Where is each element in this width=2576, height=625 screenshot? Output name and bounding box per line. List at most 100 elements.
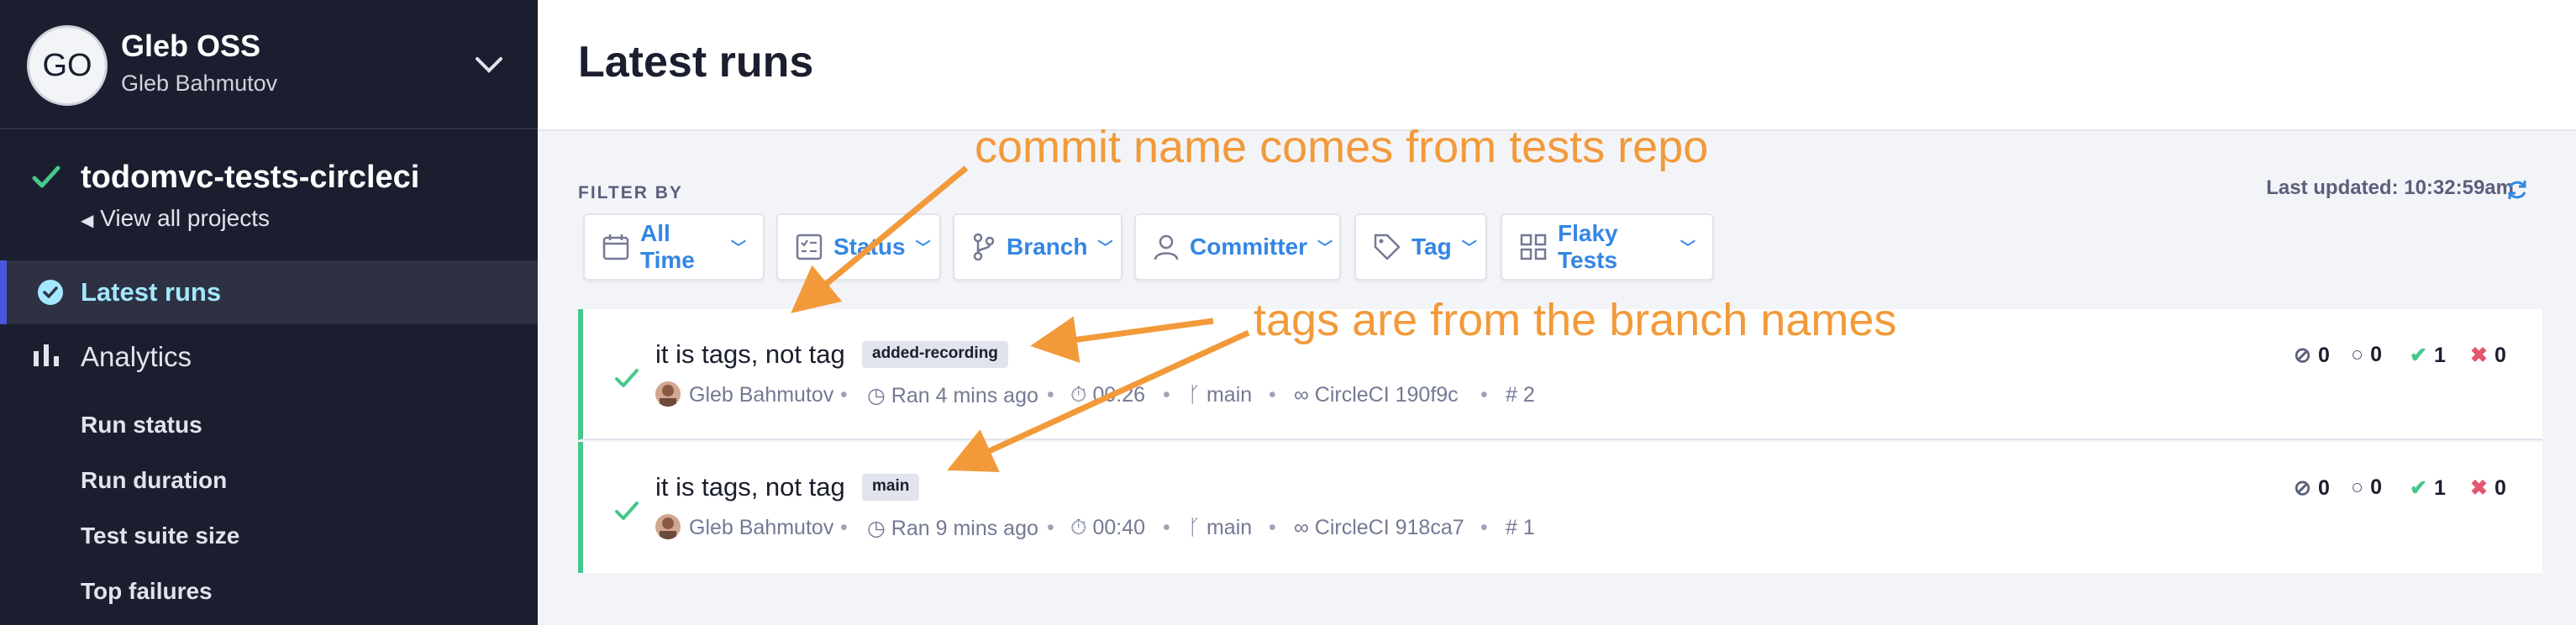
filter-label: Flaky Tests (1558, 220, 1618, 273)
chevron-down-icon: ﹀ (915, 239, 931, 256)
author-avatar (655, 514, 681, 539)
separator-dot: • (1163, 383, 1170, 407)
run-time-label: Ran 9 mins ago (891, 517, 1038, 540)
filter-committer[interactable]: Committer ﹀ (1134, 213, 1341, 281)
skipped-icon: ⊘ (2294, 344, 2311, 367)
view-all-projects-label: View all projects (100, 205, 270, 231)
chevron-down-icon[interactable] (471, 49, 507, 82)
hash-icon: # (1506, 383, 1517, 407)
stopwatch-icon: ⏱ (1070, 383, 1087, 407)
sidebar: GO Gleb OSS Gleb Bahmutov todomvc-tests-… (0, 0, 538, 625)
sidebar-item-label: Latest runs (81, 277, 222, 307)
project-name: todomvc-tests-circleci (81, 160, 420, 195)
branch-icon (973, 233, 995, 261)
check-icon (32, 165, 60, 188)
skipped-count: ⊘ 0 (2294, 343, 2330, 368)
page-header: Latest runs (538, 0, 2576, 131)
pending-count: ○ 0 (2351, 343, 2382, 367)
pending-icon: ○ (2351, 475, 2364, 499)
separator-dot: • (1269, 516, 1276, 539)
separator-dot: • (840, 516, 848, 539)
run-number: # 2 (1506, 383, 1535, 407)
status-list-icon (796, 234, 823, 260)
run-author: Gleb Bahmutov (689, 516, 834, 539)
failed-count: ✖ 0 (2470, 343, 2506, 368)
filter-label: Tag (1412, 234, 1452, 260)
separator-dot: • (1163, 516, 1170, 539)
filter-label: All Time (640, 220, 695, 273)
separator-dot: • (1269, 383, 1276, 407)
clock-icon: ◷ (867, 384, 886, 407)
run-commit-message: it is tags, not tag (655, 472, 845, 502)
sidebar-item-run-duration[interactable]: Run duration (81, 467, 227, 494)
separator-dot: • (1480, 383, 1488, 407)
annotation-tags-note: tags are from the branch names (1254, 295, 1897, 345)
separator-dot: • (1047, 516, 1054, 539)
passed-icon: ✔ (2410, 476, 2427, 500)
sidebar-item-latest-runs[interactable]: Latest runs (0, 260, 538, 324)
org-avatar: GO (27, 25, 108, 106)
org-switcher[interactable]: GO Gleb OSS Gleb Bahmutov (0, 0, 538, 129)
sidebar-item-analytics[interactable]: Analytics (0, 329, 538, 388)
run-number: # 1 (1506, 516, 1535, 540)
org-name: Gleb OSS (121, 29, 261, 63)
passed-value: 1 (2433, 343, 2446, 367)
filter-label: Committer (1190, 234, 1308, 260)
check-circle-icon (38, 280, 63, 305)
run-row[interactable]: it is tags, not tag main Gleb Bahmutov •… (578, 442, 2542, 573)
filter-label: Status (833, 234, 906, 260)
skipped-value: 0 (2317, 343, 2330, 367)
caret-left-icon: ◀ (81, 212, 94, 230)
pending-value: 0 (2370, 343, 2383, 366)
branch-icon: ᚴ (1188, 516, 1201, 539)
failed-icon: ✖ (2470, 476, 2488, 500)
filter-branch[interactable]: Branch ﹀ (953, 213, 1122, 281)
filter-all-time[interactable]: All Time ﹀ (583, 213, 765, 281)
passed-count: ✔ 1 (2410, 343, 2446, 368)
run-ci[interactable]: ∞ CircleCI 918ca7 (1294, 516, 1464, 540)
skipped-value: 0 (2317, 475, 2330, 500)
run-author: Gleb Bahmutov (689, 383, 834, 407)
passed-count: ✔ 1 (2410, 475, 2446, 501)
skipped-count: ⊘ 0 (2294, 475, 2330, 501)
refresh-icon[interactable] (2505, 178, 2529, 202)
run-time: ◷ Ran 9 mins ago (867, 516, 1038, 541)
filter-status[interactable]: Status ﹀ (776, 213, 941, 281)
filter-flaky-tests[interactable]: Flaky Tests ﹀ (1501, 213, 1714, 281)
passed-check-icon (615, 502, 639, 520)
run-duration-label: 00:26 (1092, 383, 1146, 407)
run-tag-badge: main (862, 474, 920, 501)
last-updated-text: Last updated: 10:32:59am (2266, 176, 2514, 199)
failed-count: ✖ 0 (2470, 475, 2506, 501)
passed-value: 1 (2433, 475, 2446, 500)
calendar-icon (602, 234, 629, 260)
run-duration: ⏱ 00:26 (1070, 383, 1145, 407)
org-user-name: Gleb Bahmutov (121, 71, 278, 96)
link-icon: ∞ (1294, 516, 1309, 539)
chevron-down-icon: ﹀ (731, 239, 746, 256)
sidebar-item-top-failures[interactable]: Top failures (81, 578, 213, 605)
pending-count: ○ 0 (2351, 475, 2382, 500)
grid-icon (1520, 234, 1547, 260)
view-all-projects-link[interactable]: ◀ View all projects (81, 205, 270, 232)
run-ci[interactable]: ∞ CircleCI 190f9c (1294, 383, 1459, 407)
sidebar-item-run-status[interactable]: Run status (81, 412, 202, 439)
sidebar-item-test-suite-size[interactable]: Test suite size (81, 523, 239, 549)
run-branch: ᚴ main (1188, 516, 1252, 540)
filter-label: Branch (1007, 234, 1088, 260)
filter-tag[interactable]: Tag ﹀ (1354, 213, 1487, 281)
link-icon: ∞ (1294, 383, 1309, 407)
run-branch-label: main (1206, 383, 1253, 407)
passed-check-icon (615, 369, 639, 387)
chevron-down-icon: ﹀ (1680, 239, 1695, 256)
hash-icon: # (1506, 516, 1517, 539)
pending-icon: ○ (2351, 343, 2364, 366)
run-number-label: 2 (1522, 383, 1535, 407)
separator-dot: • (1047, 383, 1054, 407)
page-title: Latest runs (578, 38, 814, 87)
separator-dot: • (840, 383, 848, 407)
run-ci-label: CircleCI 190f9c (1314, 383, 1459, 407)
user-icon (1154, 234, 1179, 260)
run-branch: ᚴ main (1188, 383, 1252, 407)
chevron-down-icon: ﹀ (1097, 239, 1113, 256)
